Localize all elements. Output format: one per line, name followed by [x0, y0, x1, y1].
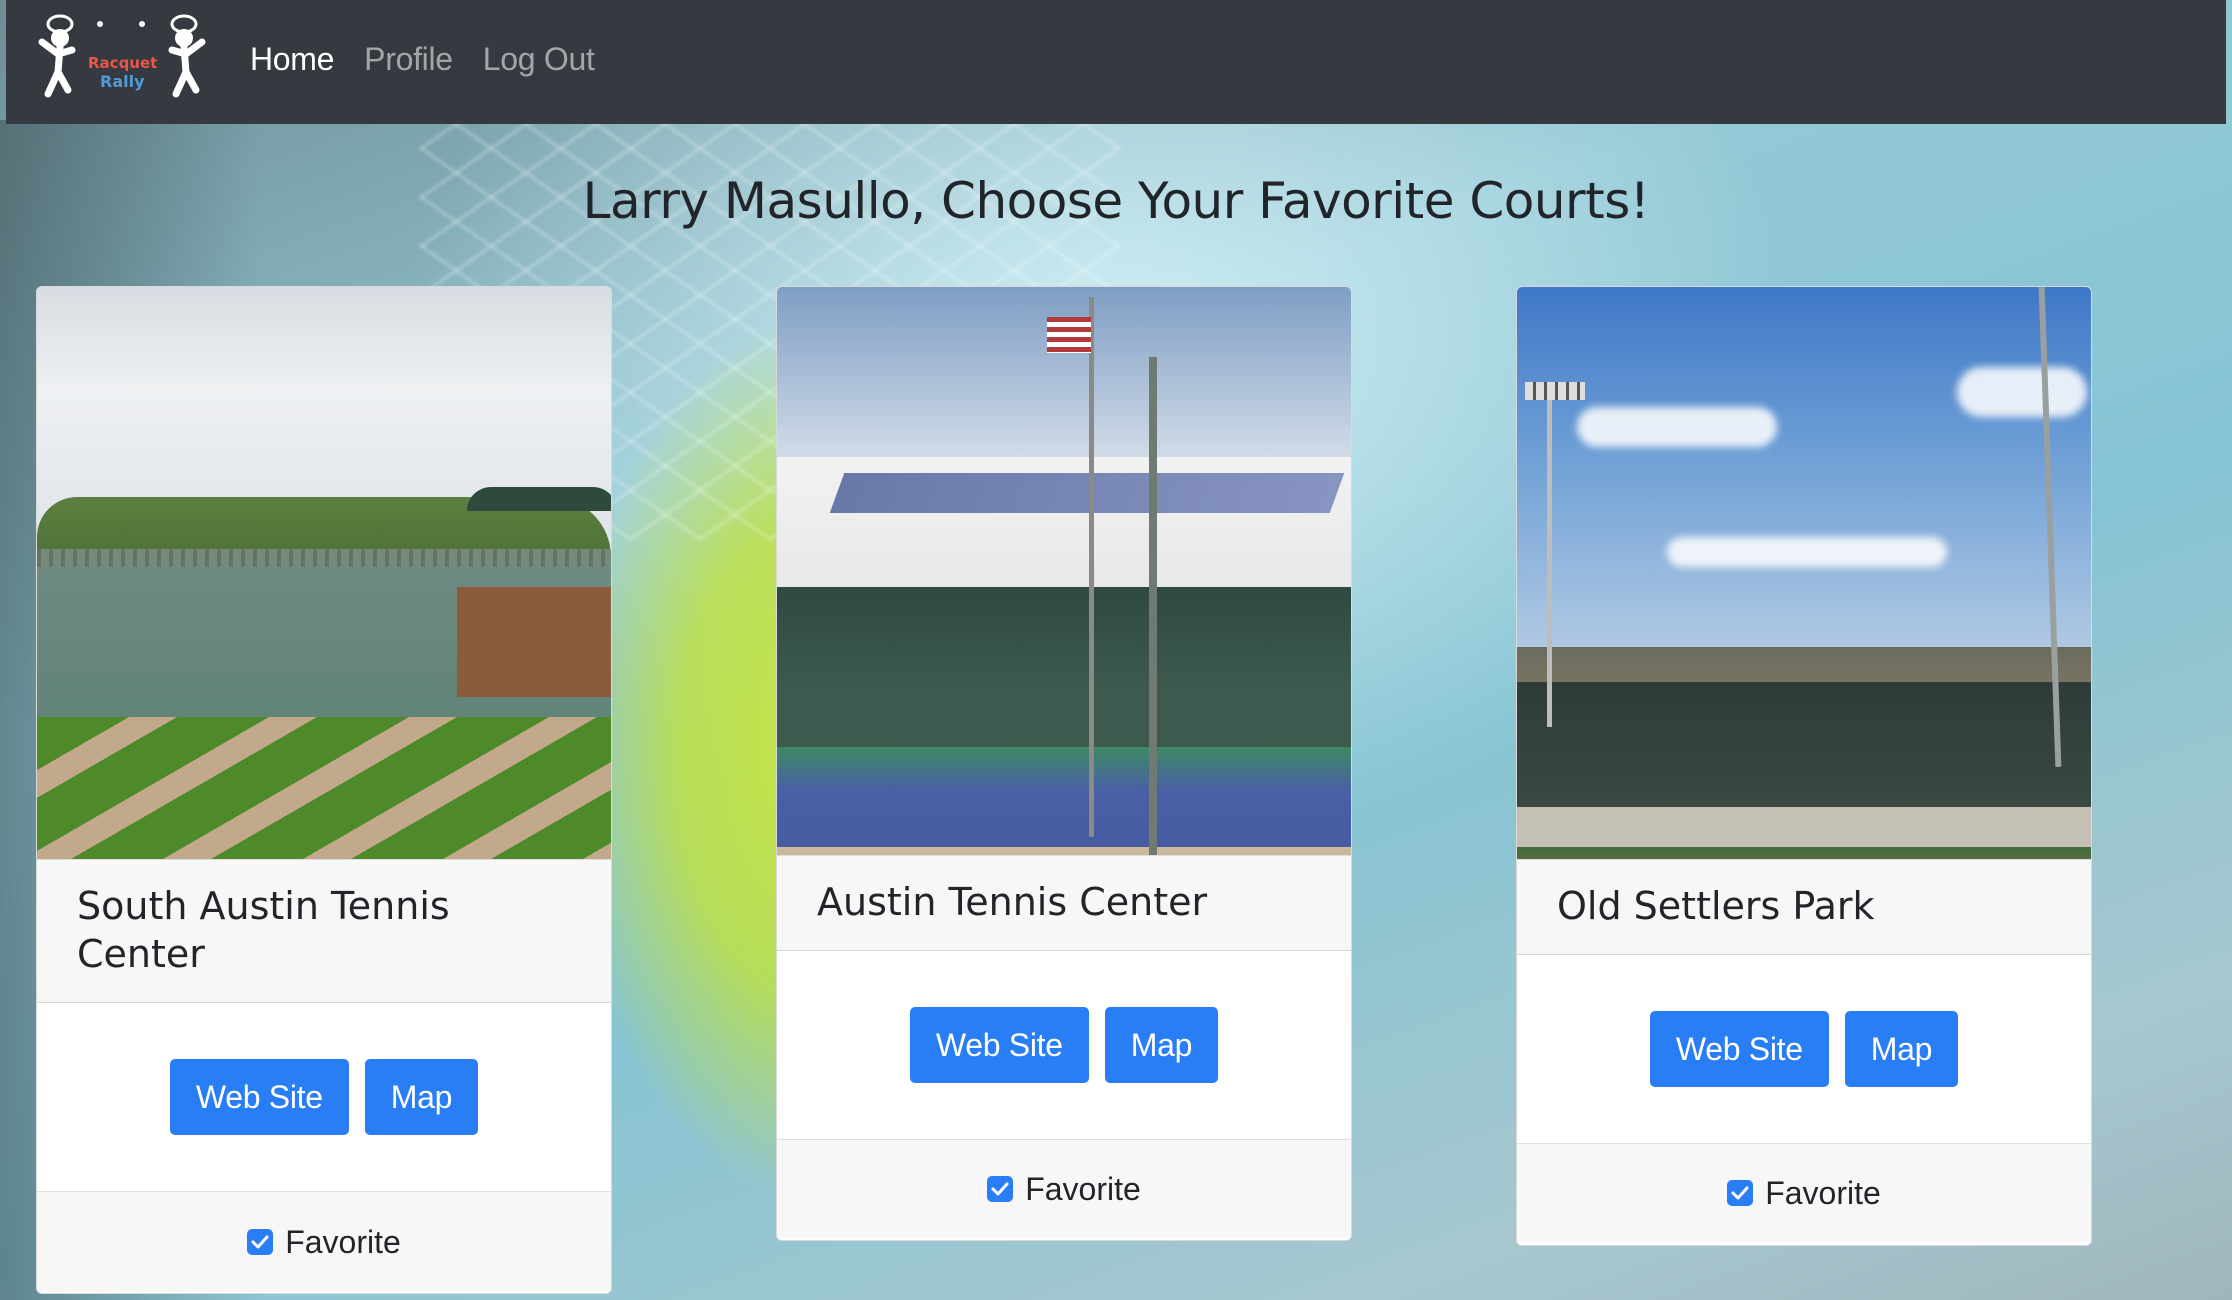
court-name: Austin Tennis Center [777, 855, 1351, 951]
nav-links: Home Profile Log Out [250, 36, 595, 82]
court-card: Austin Tennis Center Web Site Map Favori… [776, 286, 1352, 1241]
brand-text-racquet: Racquet [88, 54, 158, 72]
map-button[interactable]: Map [1844, 1011, 1959, 1087]
page-title: Larry Masullo, Choose Your Favorite Cour… [582, 172, 1650, 230]
favorite-row[interactable]: Favorite [1517, 1144, 2091, 1242]
brand-logo[interactable]: Racquet Rally [38, 14, 208, 104]
check-icon [1731, 1186, 1749, 1200]
nav-home-link[interactable]: Home [250, 36, 334, 82]
brand-text-rally: Rally [100, 72, 145, 91]
map-button[interactable]: Map [1104, 1007, 1219, 1083]
website-button[interactable]: Web Site [1649, 1011, 1829, 1087]
favorite-checkbox[interactable] [247, 1229, 274, 1255]
court-photo [1517, 287, 2091, 859]
favorite-row[interactable]: Favorite [777, 1140, 1351, 1238]
check-icon [251, 1235, 269, 1249]
court-name: South Austin Tennis Center [37, 859, 611, 1003]
favorite-label: Favorite [285, 1223, 401, 1260]
court-photo [37, 287, 611, 859]
favorite-row[interactable]: Favorite [37, 1192, 611, 1292]
navbar: Racquet Rally Home Profile Log Out [6, 0, 2226, 124]
court-actions: Web Site Map [37, 1003, 611, 1192]
court-actions: Web Site Map [777, 951, 1351, 1140]
favorite-label: Favorite [1765, 1174, 1881, 1211]
favorite-checkbox[interactable] [987, 1176, 1014, 1202]
favorite-checkbox[interactable] [1727, 1180, 1754, 1206]
website-button[interactable]: Web Site [169, 1059, 349, 1135]
nav-profile-link[interactable]: Profile [364, 36, 453, 82]
favorite-label: Favorite [1025, 1170, 1141, 1207]
court-photo [777, 287, 1351, 855]
website-button[interactable]: Web Site [909, 1007, 1089, 1083]
court-card: South Austin Tennis Center Web Site Map … [36, 286, 612, 1294]
court-card: Old Settlers Park Web Site Map Favorite [1516, 286, 2092, 1246]
court-actions: Web Site Map [1517, 955, 2091, 1144]
check-icon [991, 1182, 1009, 1196]
court-name: Old Settlers Park [1517, 859, 2091, 955]
nav-logout-link[interactable]: Log Out [483, 36, 595, 82]
map-button[interactable]: Map [364, 1059, 479, 1135]
